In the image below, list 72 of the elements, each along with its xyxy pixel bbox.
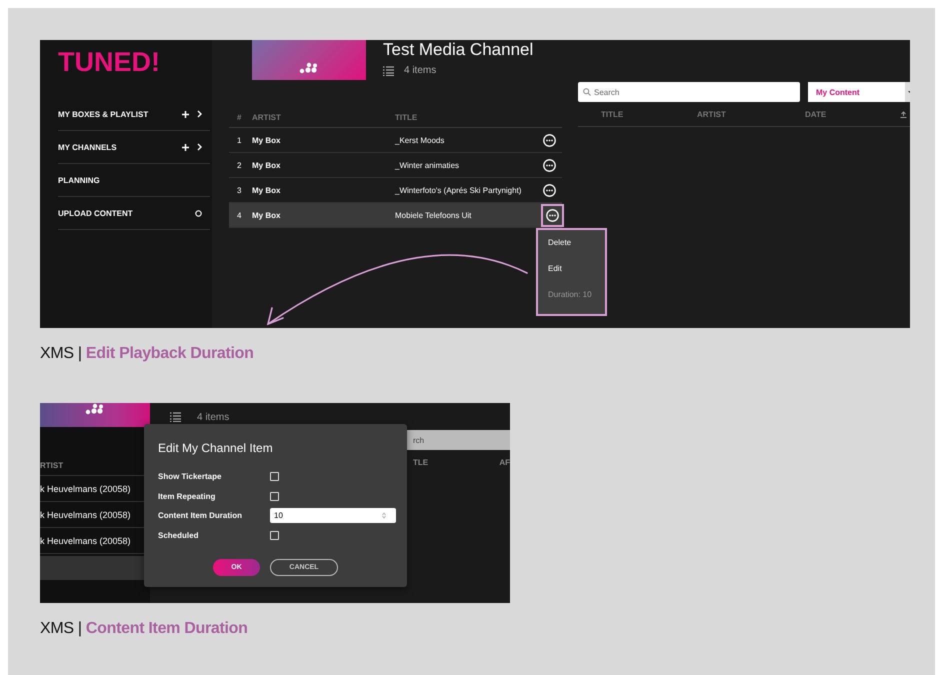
field-label: Content Item Duration [158,511,243,520]
figure-caption: XMS | Edit Playback Duration [40,344,255,364]
search-input[interactable]: Search [594,88,774,96]
items-count: 4 items [404,65,436,76]
menu-item[interactable]: Edit [548,264,605,273]
content-dropdown[interactable]: My Content [808,82,910,102]
chevron-right-icon[interactable] [197,110,202,118]
column-header: # [236,112,242,122]
logo-mark-icon [85,403,105,415]
table-row[interactable]: 1 My Box _Kerst Moods [229,128,562,153]
title-cell-text: _Winterfoto's (Aprés Ski Partynight) [395,186,522,194]
field-label: Item Repeating [158,492,216,501]
channel-title: Test Media Channel [383,40,534,60]
column-header: DATE [805,110,828,118]
sidebar-item[interactable]: MY CHANNELS [58,131,210,164]
search-field[interactable]: Search [578,82,800,102]
figure-caption: XMS | Content Item Duration [40,619,249,639]
search-icon [583,88,591,96]
more-button[interactable] [541,204,564,226]
title-cell-text: Mobiele Telefoons Uit [395,210,472,220]
duration-field[interactable]: 10 [270,508,396,524]
column-header: RTIST [40,461,64,470]
artist-cell: k Heuvelmans (20058) [40,484,131,494]
artist-cell-text: My Box [252,210,282,220]
plus-icon[interactable] [182,144,189,150]
row-number: 4 [236,210,242,220]
checkbox[interactable] [270,492,279,501]
title-cell-text: _Kerst Moods [395,136,446,144]
column-header: AF [499,458,510,467]
menu-item[interactable]: Delete [548,238,605,247]
artist-cell: k Heuvelmans (20058) [40,510,131,520]
more-button[interactable] [541,156,558,174]
logo-mark-icon [299,62,319,74]
dialog-title: Edit My Channel Item [158,441,274,455]
more-button[interactable] [541,132,558,148]
checkbox[interactable] [270,530,279,540]
column-header: ARTIST [252,112,282,122]
table-row[interactable]: 4 My Box Mobiele Telefoons Uit [229,203,562,228]
sidebar-item[interactable]: PLANNING [58,164,210,197]
row-number: 1 [236,136,242,144]
field-label: Show Tickertape [158,472,222,482]
sidebar-item[interactable]: UPLOAD CONTENT [58,197,210,230]
duration-input[interactable]: 10 [274,511,382,520]
column-header: ARTIST [697,110,727,118]
artist-cell: k Heuvelmans (20058) [40,536,131,546]
list-icon [170,412,181,422]
column-header: TITLE [395,112,418,122]
items-count: 4 items [197,412,230,422]
row-number: 2 [236,160,242,170]
plus-icon[interactable] [182,110,189,118]
more-icon [546,208,559,222]
logo-text: TUNED! [58,46,161,79]
checkbox[interactable] [270,472,279,482]
more-icon [543,158,556,172]
column-header: TITLE [601,110,624,118]
circle-icon [195,210,202,216]
field-label: Scheduled [158,530,200,540]
list-icon [383,66,394,76]
upload-icon[interactable] [900,110,907,118]
artist-cell-text: My Box [252,160,282,170]
row-number: 3 [236,186,242,194]
more-icon [543,134,556,146]
table-row[interactable]: 2 My Box _Winter animaties [229,153,562,178]
more-button[interactable] [541,182,558,198]
artist-cell-text: My Box [252,136,282,144]
caret-icon [908,91,910,93]
chevron-right-icon[interactable] [197,143,202,151]
column-header: TLE [413,458,430,467]
title-cell-text: _Winter animaties [395,160,460,170]
artist-cell-text: My Box [252,186,282,194]
sidebar-item[interactable]: MY BOXES & PLAYLIST [58,98,210,131]
more-icon [543,184,556,196]
